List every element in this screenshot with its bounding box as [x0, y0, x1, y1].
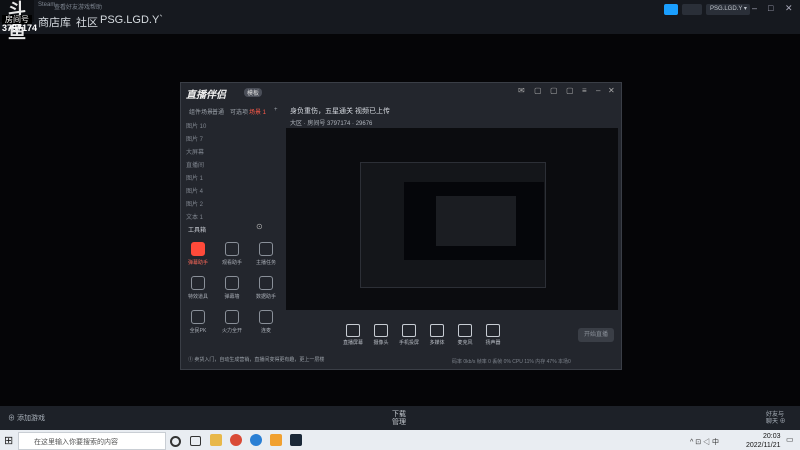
- add-game-button[interactable]: ⊕ 添加游戏: [8, 413, 45, 423]
- chart-icon: [259, 276, 273, 290]
- nav-community[interactable]: 社区: [76, 14, 98, 30]
- maximize-icon[interactable]: □: [768, 3, 773, 13]
- nav-profile[interactable]: PSG.LGD.Y`: [100, 14, 163, 26]
- scene-item[interactable]: 图片 10: [186, 121, 206, 130]
- toolbox-title: 工具箱: [188, 228, 207, 234]
- phone-icon: [402, 324, 416, 337]
- friends-button[interactable]: [682, 4, 702, 15]
- mail-icon[interactable]: ✉: [518, 86, 525, 95]
- window-icon[interactable]: ▢: [534, 86, 542, 95]
- user-menu[interactable]: PSG.LGD.Y ▾: [706, 4, 750, 15]
- companion-title: 直播伴侣: [186, 90, 226, 101]
- downloads-button[interactable]: 下载 管理: [392, 411, 406, 427]
- app-minimize-icon[interactable]: –: [596, 86, 600, 95]
- nav-library[interactable]: 库: [60, 14, 71, 30]
- tab-options[interactable]: 可选项: [230, 107, 248, 116]
- chrome-icon[interactable]: [230, 434, 242, 446]
- screen-capture-button[interactable]: 直播屏幕: [338, 324, 368, 346]
- minimize-icon[interactable]: –: [752, 3, 757, 13]
- companion-app-icon[interactable]: [270, 434, 282, 446]
- tool-data-assistant[interactable]: 数据助手: [244, 276, 288, 300]
- task-icon: [259, 242, 273, 256]
- close-icon[interactable]: ✕: [785, 3, 793, 14]
- play-icon: [430, 324, 444, 337]
- tool-link-mic[interactable]: 连麦: [244, 310, 288, 334]
- stream-meta: 大区 · 房间号 3797174 · 29676: [290, 121, 373, 127]
- app-close-icon[interactable]: ✕: [608, 86, 615, 95]
- menu-view[interactable]: 查看: [54, 2, 66, 11]
- gift-icon: [191, 276, 205, 290]
- camera-button[interactable]: 摄像头: [366, 324, 396, 346]
- link-icon: [259, 310, 273, 324]
- scene-item[interactable]: 图片 1: [186, 173, 203, 182]
- task-view-icon[interactable]: [190, 436, 201, 446]
- tab-scene-1[interactable]: 场景 1: [249, 107, 266, 116]
- steam-icon[interactable]: [290, 434, 302, 446]
- nested-preview-3: [436, 196, 516, 246]
- tab-normal[interactable]: 普通: [212, 107, 224, 116]
- room-id: 3797174: [2, 23, 38, 33]
- add-scene-icon[interactable]: +: [274, 107, 278, 113]
- companion-version-badge[interactable]: 模板: [244, 88, 263, 97]
- scene-item[interactable]: 直播间: [186, 160, 204, 169]
- wall-icon: [225, 276, 239, 290]
- nav-store[interactable]: 商店: [38, 14, 60, 30]
- notification-button[interactable]: [664, 4, 678, 15]
- settings-icon[interactable]: ≡: [582, 86, 587, 95]
- more-icon[interactable]: ⊙: [256, 222, 263, 231]
- phone-cast-button[interactable]: 手机投屏: [394, 324, 424, 346]
- windows-start-icon[interactable]: ⊞: [4, 434, 13, 447]
- menu-steam[interactable]: Steam: [38, 2, 55, 8]
- edge-icon[interactable]: [250, 434, 262, 446]
- start-live-button[interactable]: 开始直播: [578, 328, 614, 342]
- window-icon-2[interactable]: ▢: [550, 86, 558, 95]
- pk-icon: [191, 310, 205, 324]
- window-icon-3[interactable]: ▢: [566, 86, 574, 95]
- media-button[interactable]: 多媒体: [422, 324, 452, 346]
- menu-help[interactable]: 帮助: [90, 2, 102, 11]
- scene-item[interactable]: 文本 1: [186, 212, 203, 221]
- user-icon: [225, 242, 239, 256]
- fire-icon: [225, 310, 239, 324]
- danmaku-icon: [191, 242, 205, 256]
- scene-item[interactable]: 大屏幕: [186, 147, 204, 156]
- speaker-button[interactable]: 扬声器: [478, 324, 508, 346]
- system-tray[interactable]: ^ ⊡ ◁ 中: [690, 437, 719, 447]
- stream-stats: 码率 0kb/s 帧率 0 丢帧 0% CPU 11% 内存 47% 本场0: [452, 359, 571, 365]
- microphone-button[interactable]: 麦克风: [450, 324, 480, 346]
- menu-games[interactable]: 游戏: [78, 2, 90, 11]
- taskbar-clock[interactable]: 20:03 2022/11/21: [746, 432, 781, 450]
- scene-item[interactable]: 图片 2: [186, 199, 203, 208]
- microphone-icon: [458, 324, 472, 337]
- monitor-icon: [346, 324, 360, 337]
- tab-scene-components[interactable]: 组件场景: [189, 107, 213, 116]
- speaker-icon: [486, 324, 500, 337]
- tool-streamer-tasks[interactable]: 主播任务: [244, 242, 288, 266]
- menu-friends[interactable]: 好友: [66, 2, 78, 11]
- scene-item[interactable]: 图片 4: [186, 186, 203, 195]
- cortana-icon[interactable]: [170, 436, 181, 447]
- scene-item[interactable]: 图片 7: [186, 134, 203, 143]
- file-explorer-icon[interactable]: [210, 434, 222, 446]
- camera-icon: [374, 324, 388, 337]
- notification-icon[interactable]: ▭: [786, 435, 794, 444]
- tip-banner: ① 卖货入门，自动生成营销，直播间变得更有趣，更上一层楼: [188, 357, 325, 363]
- friends-chat-button[interactable]: 好友与 聊天 ⊕: [766, 412, 786, 426]
- stream-title[interactable]: 身负重伤，五星通关 视频已上传: [290, 106, 390, 116]
- search-placeholder: 在这里输入你要搜索的内容: [34, 439, 118, 446]
